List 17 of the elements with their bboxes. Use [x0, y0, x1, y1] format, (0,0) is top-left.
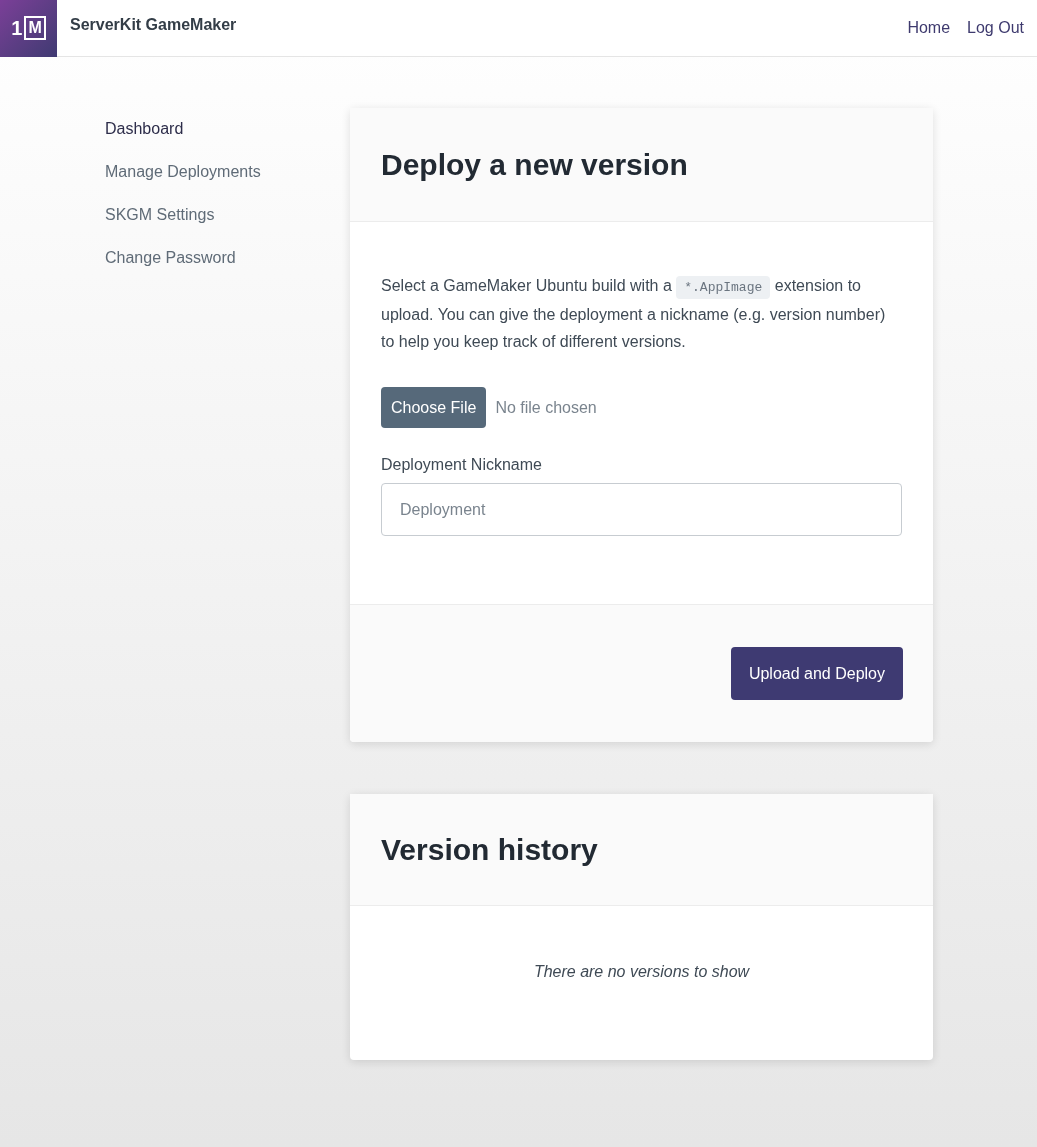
upload-deploy-button[interactable]: Upload and Deploy [730, 647, 903, 700]
sidebar-item[interactable]: Manage Deployments [105, 160, 350, 184]
card-title: Version history [381, 832, 598, 868]
nav-link[interactable]: Home [907, 16, 951, 40]
file-status: No file chosen [495, 397, 597, 418]
logo: 1 M [0, 0, 57, 57]
nav-link[interactable]: Log Out [967, 16, 1024, 40]
sidebar-item[interactable]: SKGM Settings [105, 203, 350, 227]
field-label: Deployment Nickname [381, 455, 543, 475]
sidebar-item[interactable]: Change Password [105, 246, 350, 270]
sidebar-item[interactable]: Dashboard [105, 117, 350, 141]
nickname-field[interactable]: Deployment [381, 483, 902, 536]
description: Select a GameMaker Ubuntu build with a *.AppImage extension to upload. You can give the deployment a nickname (e.g. version number) to help you keep track of different versions. [381, 275, 887, 352]
choose-file-button[interactable]: Choose File [381, 387, 487, 428]
card-title: Deploy a new version [381, 147, 688, 183]
app-title: ServerKit GameMaker [70, 15, 237, 35]
empty-message: There are no versions to show [533, 962, 750, 982]
